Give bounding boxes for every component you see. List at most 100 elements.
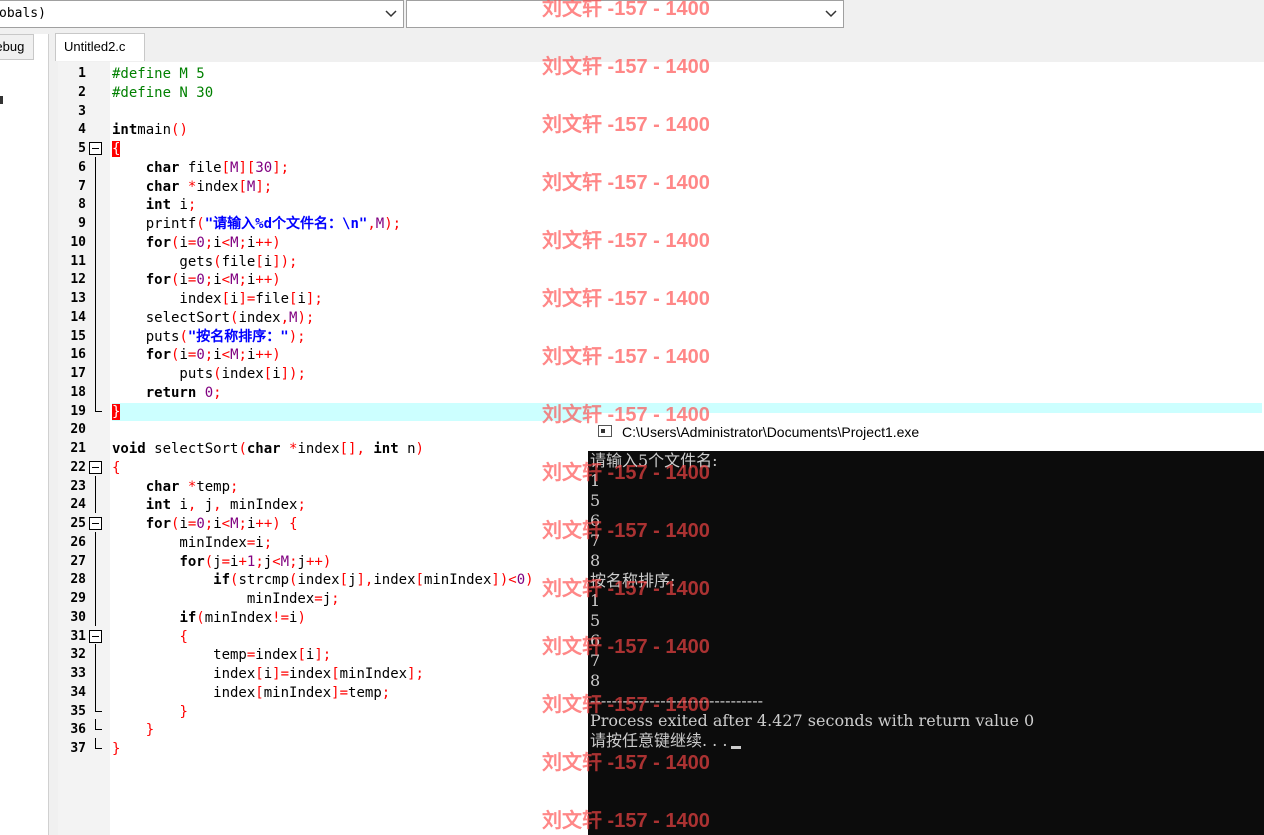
code-line[interactable]: 16 for(i=0;i<M;i++) <box>70 344 1262 365</box>
code-text: int i; <box>112 196 197 215</box>
code-line[interactable]: 15 puts("按名称排序："); <box>70 325 1262 347</box>
fold-guide <box>89 231 102 251</box>
code-text: intmain() <box>112 121 188 140</box>
line-number: 25 <box>70 516 86 531</box>
console-line-text: 6 <box>590 631 601 650</box>
code-token: i <box>179 234 188 251</box>
chevron-down-icon[interactable] <box>385 9 397 19</box>
code-text: void selectSort(char *index[], int n) <box>112 440 424 459</box>
code-token: int <box>112 122 138 139</box>
code-token: i <box>263 253 273 270</box>
console-line: 6 <box>590 511 1264 531</box>
line-number: 22 <box>70 459 86 475</box>
line-number: 2 <box>78 84 86 100</box>
code-token: void <box>112 441 146 457</box>
line-number: 8 <box>78 197 86 213</box>
code-token: minIndex <box>423 572 492 589</box>
line-number: 18 <box>70 384 86 400</box>
tab-debug[interactable]: Debug <box>0 34 34 60</box>
chevron-down-icon[interactable] <box>825 9 837 19</box>
code-line[interactable]: 14 selectSort(index,M); <box>70 306 1262 328</box>
code-token: i <box>179 347 188 364</box>
code-text: for(i=0;i<M;i++) <box>112 234 281 253</box>
code-line[interactable]: 2 #define N 30 <box>78 84 1262 103</box>
console-title-bar[interactable]: C:\Users\Administrator\Documents\Project… <box>588 413 1264 451</box>
scope-combo[interactable]: obals) <box>0 0 404 28</box>
fold-toggle-icon[interactable] <box>89 517 102 530</box>
code-token: temp <box>196 478 231 495</box>
line-number: 3 <box>78 103 86 119</box>
function-combo[interactable] <box>406 0 844 28</box>
console-line: 8 <box>590 551 1264 571</box>
code-line[interactable]: 8 int i; <box>78 194 1262 215</box>
code-token: } <box>145 722 155 739</box>
code-line[interactable]: 6 char file[M][30]; <box>78 156 1262 178</box>
code-line[interactable]: 17 puts(index[i]); <box>70 363 1262 384</box>
fold-toggle-icon[interactable] <box>89 460 102 474</box>
code-token: < <box>221 347 231 364</box>
code-line[interactable]: 7 char *index[M]; <box>78 175 1262 197</box>
console-line-text: 请按任意键继续. . . <box>590 731 728 750</box>
line-number: 30 <box>70 609 86 625</box>
code-text: printf("请输入%d个文件名：\n",M); <box>112 215 401 234</box>
line-number: 34 <box>70 684 86 700</box>
code-token: M <box>280 553 290 570</box>
code-line[interactable]: 4 intmain() <box>78 121 1262 140</box>
console-cursor <box>731 746 742 749</box>
code-text: minIndex=i; <box>112 534 272 553</box>
code-line[interactable]: 13 index[i]=file[i]; <box>70 288 1262 309</box>
code-line[interactable]: 9 printf("请输入%d个文件名：\n",M); <box>78 213 1262 234</box>
code-token: for <box>145 234 172 251</box>
code-token: strcmp <box>238 572 290 589</box>
fold-toggle-icon[interactable] <box>89 142 102 155</box>
line-number: 15 <box>70 328 86 344</box>
code-line[interactable]: 11 gets(file[i]); <box>70 250 1262 272</box>
fold-guide <box>89 663 102 682</box>
code-token: ++) <box>255 234 281 251</box>
code-line[interactable]: 3 <box>78 103 1262 122</box>
code-text: char file[M][30]; <box>112 159 289 178</box>
tab-untitled2[interactable]: Untitled2.c <box>55 33 145 61</box>
code-token: i <box>171 497 188 514</box>
fold-guide <box>89 606 102 626</box>
code-token: return <box>145 384 197 401</box>
line-number: 20 <box>70 422 86 438</box>
code-text: for(i=0;i<M;i++) <box>112 271 281 290</box>
fold-toggle-icon[interactable] <box>89 629 102 643</box>
line-number: 13 <box>70 291 86 306</box>
code-token: } <box>179 703 188 720</box>
console-line-text: Process exited after 4.427 seconds with … <box>590 711 1035 730</box>
console-line-text: 1 <box>590 591 601 610</box>
fold-guide <box>89 494 102 514</box>
console-window[interactable]: C:\Users\Administrator\Documents\Project… <box>588 413 1264 835</box>
code-token: for <box>145 516 172 532</box>
fold-guide <box>89 288 102 307</box>
code-line[interactable]: 1 #define M 5 <box>78 65 1262 84</box>
code-token: ; <box>381 684 391 701</box>
code-text: minIndex=j; <box>112 590 340 609</box>
code-token: i <box>213 272 222 289</box>
code-token: ][ <box>238 159 256 176</box>
code-line[interactable]: 12 for(i=0;i<M;i++) <box>70 269 1262 290</box>
code-line[interactable]: 18 return 0; <box>70 381 1262 403</box>
code-token: ( <box>196 609 205 626</box>
code-text: } <box>112 721 154 740</box>
code-token: < <box>221 272 231 289</box>
code-token: { <box>289 516 298 532</box>
code-token: minIndex <box>204 609 273 626</box>
code-token: index <box>112 666 256 682</box>
code-token: file <box>179 159 222 176</box>
code-line[interactable]: 10 for(i=0;i<M;i++) <box>70 231 1262 253</box>
code-token: < <box>221 516 231 532</box>
code-token: } <box>112 741 121 757</box>
console-line: 5 <box>590 491 1264 511</box>
code-line[interactable]: 5{ <box>78 140 1262 159</box>
code-token: i <box>263 666 273 682</box>
code-text: #define M 5 <box>112 65 205 84</box>
code-token: i <box>255 534 264 551</box>
